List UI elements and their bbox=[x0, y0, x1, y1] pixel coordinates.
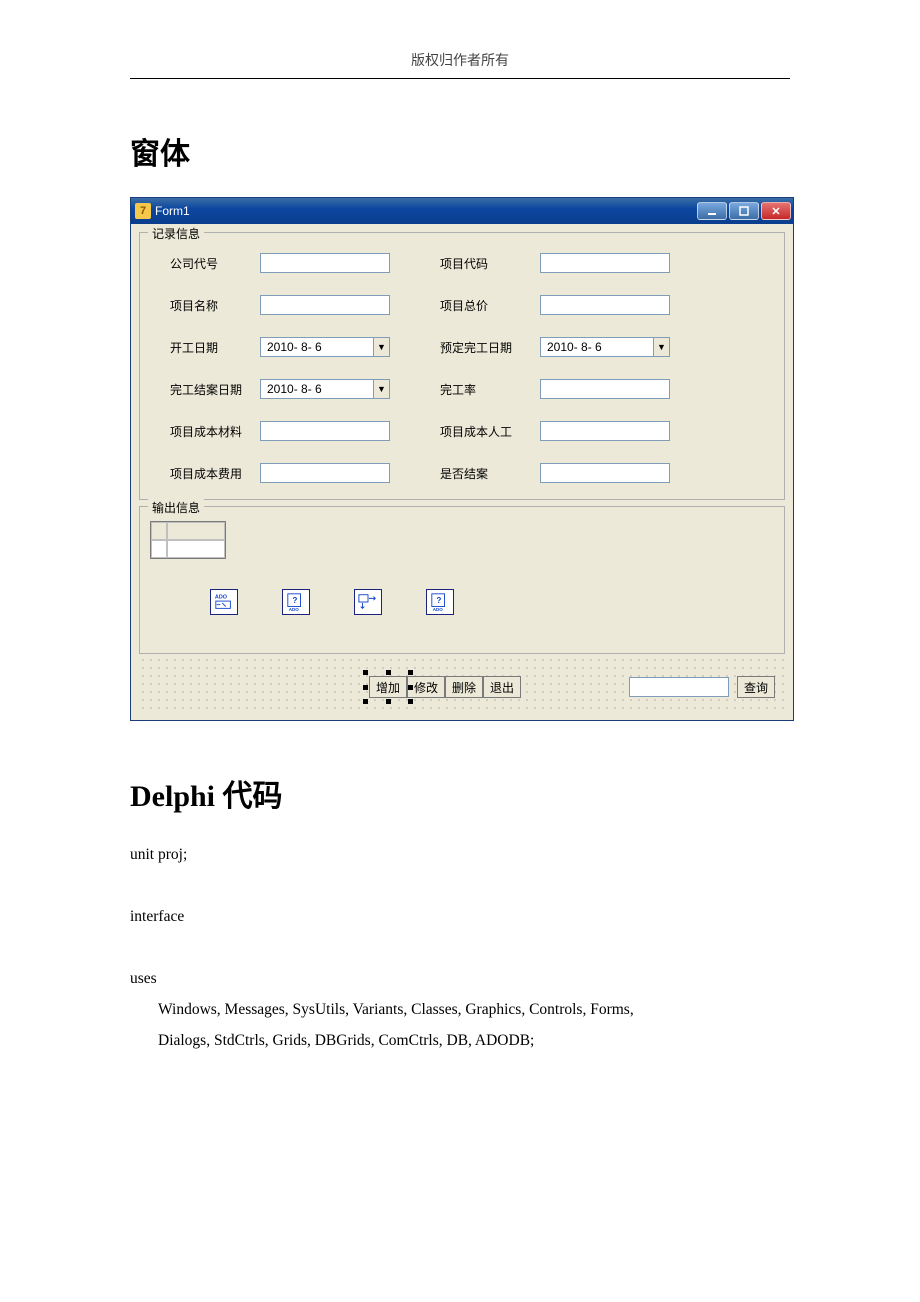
ado-connection-icon[interactable]: ADO bbox=[210, 589, 238, 615]
design-surface: 增加 修改 删除 退出 查询 bbox=[139, 656, 785, 712]
dbgrid[interactable] bbox=[150, 521, 226, 559]
ado-query-icon[interactable]: ? ADO bbox=[282, 589, 310, 615]
svg-text:ADO: ADO bbox=[433, 607, 444, 612]
code-line: unit proj; bbox=[130, 839, 790, 870]
label-closed: 是否结案 bbox=[440, 465, 540, 482]
input-cost-material[interactable] bbox=[260, 421, 390, 441]
close-button[interactable]: ✕ bbox=[761, 202, 791, 220]
page-header: 版权归作者所有 bbox=[0, 50, 920, 78]
datepicker-planned-end-value: 2010- 8- 6 bbox=[547, 340, 602, 354]
label-start-date: 开工日期 bbox=[170, 339, 260, 356]
code-block: unit proj; interface uses Windows, Messa… bbox=[130, 839, 790, 1056]
svg-text:ADO: ADO bbox=[289, 607, 300, 612]
titlebar: 7 Form1 ✕ bbox=[131, 198, 793, 224]
svg-text:?: ? bbox=[436, 596, 441, 605]
ado-components: ADO ? ADO ? ADO bbox=[150, 559, 774, 649]
input-project-name[interactable] bbox=[260, 295, 390, 315]
header-rule bbox=[130, 78, 790, 79]
label-cost-labor: 项目成本人工 bbox=[440, 423, 540, 440]
exit-button[interactable]: 退出 bbox=[483, 676, 521, 698]
svg-text:?: ? bbox=[292, 596, 297, 605]
query-button[interactable]: 查询 bbox=[737, 676, 775, 698]
edit-button[interactable]: 修改 bbox=[407, 676, 445, 698]
datepicker-finish[interactable]: 2010- 8- 6 ▼ bbox=[260, 379, 390, 399]
input-cost-labor[interactable] bbox=[540, 421, 670, 441]
groupbox-output: 输出信息 ADO ?ADO bbox=[139, 506, 785, 654]
input-finish-rate[interactable] bbox=[540, 379, 670, 399]
datepicker-start-value: 2010- 8- 6 bbox=[267, 340, 322, 354]
code-line: Windows, Messages, SysUtils, Variants, C… bbox=[130, 994, 790, 1025]
window-caption: Form1 bbox=[155, 204, 190, 218]
chevron-down-icon: ▼ bbox=[373, 338, 389, 356]
svg-text:ADO: ADO bbox=[215, 594, 227, 600]
groupbox-record: 记录信息 公司代号 项目代码 项目名称 项目总价 开工日期 bbox=[139, 232, 785, 500]
delete-button[interactable]: 删除 bbox=[445, 676, 483, 698]
datepicker-planned-end[interactable]: 2010- 8- 6 ▼ bbox=[540, 337, 670, 357]
datepicker-start[interactable]: 2010- 8- 6 ▼ bbox=[260, 337, 390, 357]
label-cost-fee: 项目成本费用 bbox=[170, 465, 260, 482]
label-project-code: 项目代码 bbox=[440, 255, 540, 272]
input-project-total[interactable] bbox=[540, 295, 670, 315]
label-project-total: 项目总价 bbox=[440, 297, 540, 314]
code-line: Dialogs, StdCtrls, Grids, DBGrids, ComCt… bbox=[130, 1025, 790, 1056]
group-legend-record: 记录信息 bbox=[148, 225, 204, 242]
code-line: interface bbox=[130, 901, 790, 932]
datasource-icon[interactable] bbox=[354, 589, 382, 615]
chevron-down-icon: ▼ bbox=[653, 338, 669, 356]
app-icon: 7 bbox=[135, 203, 151, 219]
section-title-code: Delphi 代码 bbox=[130, 771, 790, 815]
label-company-code: 公司代号 bbox=[170, 255, 260, 272]
form-window: 7 Form1 ✕ 记录信息 公司代号 项目代码 bbox=[130, 197, 794, 721]
label-finish-date: 完工结案日期 bbox=[170, 381, 260, 398]
ado-table-icon[interactable]: ? ADO bbox=[426, 589, 454, 615]
label-finish-rate: 完工率 bbox=[440, 381, 540, 398]
input-project-code[interactable] bbox=[540, 253, 670, 273]
group-legend-output: 输出信息 bbox=[148, 499, 204, 516]
input-cost-fee[interactable] bbox=[260, 463, 390, 483]
datepicker-finish-value: 2010- 8- 6 bbox=[267, 382, 322, 396]
add-button[interactable]: 增加 bbox=[369, 676, 407, 698]
label-project-name: 项目名称 bbox=[170, 297, 260, 314]
code-line: uses bbox=[130, 963, 790, 994]
maximize-button[interactable] bbox=[729, 202, 759, 220]
input-company-code[interactable] bbox=[260, 253, 390, 273]
minimize-button[interactable] bbox=[697, 202, 727, 220]
chevron-down-icon: ▼ bbox=[373, 380, 389, 398]
label-cost-material: 项目成本材料 bbox=[170, 423, 260, 440]
input-closed[interactable] bbox=[540, 463, 670, 483]
label-planned-end: 预定完工日期 bbox=[440, 339, 540, 356]
section-title-form: 窗体 bbox=[130, 129, 790, 173]
query-input[interactable] bbox=[629, 677, 729, 697]
